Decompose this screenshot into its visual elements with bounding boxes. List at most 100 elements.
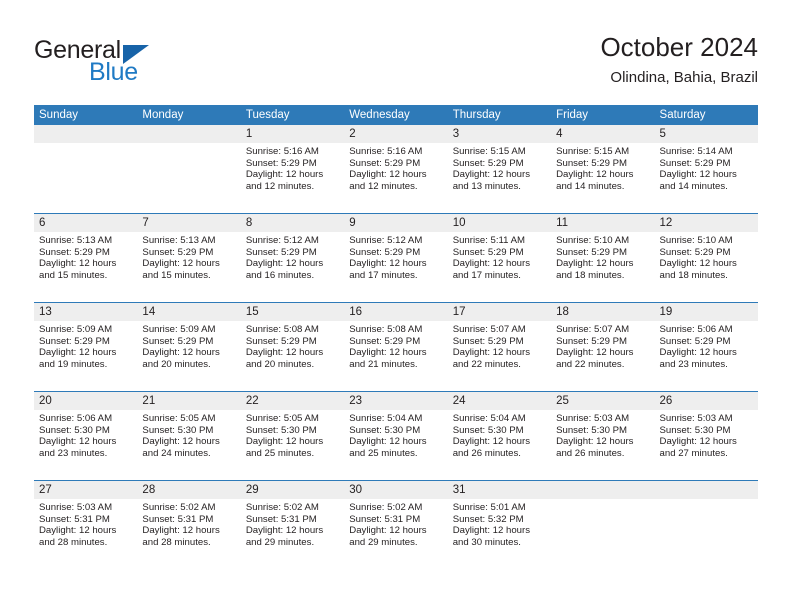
weekday-header-tuesday: Tuesday [245, 109, 290, 121]
weekday-header-sunday: Sunday [39, 109, 79, 121]
calendar-day-cell[interactable]: 4 Sunrise: 5:15 AM Sunset: 5:29 PM Daylight… [551, 125, 655, 213]
day-info-line3: Daylight: 12 hours [556, 258, 634, 270]
calendar-day-cell[interactable]: 23 Sunrise: 5:04 AM Sunset: 5:30 PM Dayligh… [344, 392, 448, 480]
day-info-line2: Sunset: 5:29 PM [245, 157, 317, 169]
day-info-line3: Daylight: 12 hours [245, 525, 324, 537]
calendar-day-cell[interactable]: 12 Sunrise: 5:10 AM Sunset: 5:29 PM Dayligh… [654, 214, 758, 302]
calendar-day-cell[interactable]: 1 Sunrise: 5:16 AM Sunset: 5:29 PM Daylight… [240, 125, 345, 213]
day-info-line1: Sunrise: 5:07 AM [556, 324, 630, 335]
calendar-day-cell[interactable]: 6 Sunrise: 5:13 AM Sunset: 5:29 PM Daylight… [34, 214, 138, 302]
calendar-day-cell[interactable]: 7 Sunrise: 5:13 AM Sunset: 5:29 PM Daylight… [137, 214, 241, 302]
calendar-day-cell[interactable]: 21 Sunrise: 5:05 AM Sunset: 5:30 PM Dayligh… [137, 392, 241, 480]
day-info-line3: Daylight: 12 hours [349, 258, 427, 270]
day-number [655, 481, 758, 499]
calendar-day-cell[interactable]: 17 Sunrise: 5:07 AM Sunset: 5:29 PM Dayligh… [447, 303, 552, 391]
day-info-line3: Daylight: 12 hours [349, 347, 427, 359]
day-info-line2: Sunset: 5:29 PM [452, 335, 524, 347]
day-sun-info: Sunrise: 5:03 AM Sunset: 5:30 PM Daylight:… [655, 410, 758, 459]
day-info-line1: Sunrise: 5:02 AM [142, 502, 216, 513]
day-sun-info: Sunrise: 5:06 AM Sunset: 5:30 PM Daylight:… [34, 410, 137, 459]
day-info-line2: Sunset: 5:31 PM [245, 513, 317, 525]
day-info-line1: Sunrise: 5:02 AM [349, 502, 423, 513]
day-info-line4: and 24 minutes. [142, 447, 211, 459]
calendar-day-cell[interactable]: 27 Sunrise: 5:03 AM Sunset: 5:31 PM Dayligh… [34, 481, 138, 569]
calendar-day-cell[interactable]: 2 Sunrise: 5:16 AM Sunset: 5:29 PM Daylight… [344, 125, 448, 213]
day-sun-info [137, 143, 240, 146]
day-info-line1: Sunrise: 5:09 AM [142, 324, 216, 335]
calendar-day-cell[interactable]: 8 Sunrise: 5:12 AM Sunset: 5:29 PM Daylight… [240, 214, 345, 302]
day-info-line4: and 28 minutes. [142, 536, 211, 548]
calendar-day-cell[interactable]: 3 Sunrise: 5:15 AM Sunset: 5:29 PM Daylight… [447, 125, 552, 213]
calendar-empty-cell [34, 125, 138, 213]
day-info-line4: and 22 minutes. [452, 358, 521, 370]
day-sun-info: Sunrise: 5:16 AM Sunset: 5:29 PM Daylight:… [344, 143, 447, 192]
calendar-day-cell[interactable]: 28 Sunrise: 5:02 AM Sunset: 5:31 PM Dayligh… [137, 481, 241, 569]
day-info-line1: Sunrise: 5:03 AM [659, 413, 733, 424]
day-sun-info: Sunrise: 5:11 AM Sunset: 5:29 PM Daylight:… [448, 232, 551, 281]
day-number: 10 [452, 217, 466, 229]
calendar-day-cell[interactable]: 24 Sunrise: 5:04 AM Sunset: 5:30 PM Dayligh… [447, 392, 552, 480]
day-info-line1: Sunrise: 5:15 AM [452, 146, 526, 157]
calendar-day-cell[interactable]: 22 Sunrise: 5:05 AM Sunset: 5:30 PM Dayligh… [240, 392, 345, 480]
calendar-day-cell[interactable]: 30 Sunrise: 5:02 AM Sunset: 5:31 PM Dayligh… [344, 481, 448, 569]
day-sun-info: Sunrise: 5:03 AM Sunset: 5:31 PM Daylight:… [34, 499, 137, 548]
day-sun-info: Sunrise: 5:14 AM Sunset: 5:29 PM Daylight:… [655, 143, 758, 192]
day-number: 27 [39, 484, 52, 496]
day-info-line2: Sunset: 5:29 PM [659, 335, 731, 347]
calendar-day-cell[interactable]: 20 Sunrise: 5:06 AM Sunset: 5:30 PM Dayligh… [34, 392, 138, 480]
day-info-line1: Sunrise: 5:13 AM [142, 235, 216, 246]
calendar-weeks: 1 Sunrise: 5:16 AM Sunset: 5:29 PM Daylight… [34, 125, 758, 569]
calendar-day-cell[interactable]: 16 Sunrise: 5:08 AM Sunset: 5:29 PM Dayligh… [344, 303, 448, 391]
logo-text-blue: Blue [89, 58, 138, 86]
calendar-week-cells: 1 Sunrise: 5:16 AM Sunset: 5:29 PM Daylight… [34, 125, 758, 213]
calendar-day-cell[interactable]: 5 Sunrise: 5:14 AM Sunset: 5:29 PM Daylight… [654, 125, 758, 213]
day-info-line4: and 23 minutes. [39, 447, 108, 459]
day-info-line2: Sunset: 5:29 PM [349, 335, 421, 347]
calendar-day-cell[interactable]: 11 Sunrise: 5:10 AM Sunset: 5:29 PM Dayligh… [551, 214, 655, 302]
day-number: 22 [245, 395, 259, 407]
day-number: 3 [452, 128, 460, 140]
calendar-day-cell[interactable]: 31 Sunrise: 5:01 AM Sunset: 5:32 PM Dayligh… [447, 481, 552, 569]
day-sun-info: Sunrise: 5:13 AM Sunset: 5:29 PM Daylight:… [34, 232, 137, 281]
day-sun-info [551, 499, 654, 502]
day-info-line3: Daylight: 12 hours [142, 436, 220, 448]
weekday-header-monday: Monday [142, 109, 184, 121]
calendar-day-cell[interactable]: 9 Sunrise: 5:12 AM Sunset: 5:29 PM Daylight… [344, 214, 448, 302]
day-info-line4: and 12 minutes. [349, 180, 418, 192]
calendar-week-row: 1 Sunrise: 5:16 AM Sunset: 5:29 PM Daylight… [34, 125, 758, 213]
day-info-line1: Sunrise: 5:06 AM [659, 324, 733, 335]
day-info-line1: Sunrise: 5:14 AM [659, 146, 733, 157]
day-info-line1: Sunrise: 5:05 AM [142, 413, 216, 424]
calendar-day-cell[interactable]: 29 Sunrise: 5:02 AM Sunset: 5:31 PM Dayligh… [240, 481, 345, 569]
day-info-line2: Sunset: 5:29 PM [659, 157, 731, 169]
calendar-day-cell[interactable]: 19 Sunrise: 5:06 AM Sunset: 5:29 PM Dayligh… [654, 303, 758, 391]
page-subtitle: Olindina, Bahia, Brazil [610, 69, 758, 86]
day-info-line4: and 30 minutes. [452, 536, 521, 548]
day-sun-info: Sunrise: 5:05 AM Sunset: 5:30 PM Daylight:… [137, 410, 240, 459]
day-info-line2: Sunset: 5:30 PM [556, 424, 628, 436]
day-info-line4: and 21 minutes. [349, 358, 418, 370]
day-number: 7 [142, 217, 149, 229]
calendar-day-cell[interactable]: 13 Sunrise: 5:09 AM Sunset: 5:29 PM Dayligh… [34, 303, 138, 391]
day-info-line1: Sunrise: 5:01 AM [452, 502, 526, 513]
calendar-day-cell[interactable]: 10 Sunrise: 5:11 AM Sunset: 5:29 PM Dayligh… [447, 214, 552, 302]
day-info-line2: Sunset: 5:30 PM [245, 424, 317, 436]
day-info-line2: Sunset: 5:30 PM [142, 424, 214, 436]
day-info-line1: Sunrise: 5:13 AM [39, 235, 113, 246]
day-info-line4: and 17 minutes. [349, 269, 418, 281]
day-number: 9 [349, 217, 356, 229]
day-info-line1: Sunrise: 5:05 AM [245, 413, 319, 424]
day-number: 8 [245, 217, 253, 229]
calendar-day-cell[interactable]: 25 Sunrise: 5:03 AM Sunset: 5:30 PM Dayligh… [551, 392, 655, 480]
calendar-week-row: 27 Sunrise: 5:03 AM Sunset: 5:31 PM Dayligh… [34, 480, 758, 569]
day-sun-info: Sunrise: 5:04 AM Sunset: 5:30 PM Daylight:… [448, 410, 551, 459]
day-sun-info: Sunrise: 5:15 AM Sunset: 5:29 PM Daylight:… [448, 143, 551, 192]
day-info-line4: and 29 minutes. [245, 536, 315, 548]
calendar-day-cell[interactable]: 15 Sunrise: 5:08 AM Sunset: 5:29 PM Dayligh… [240, 303, 345, 391]
calendar-day-cell[interactable]: 26 Sunrise: 5:03 AM Sunset: 5:30 PM Dayligh… [654, 392, 758, 480]
calendar-day-cell[interactable]: 18 Sunrise: 5:07 AM Sunset: 5:29 PM Dayligh… [551, 303, 655, 391]
general-blue-logo: General Blue [34, 36, 234, 90]
day-number: 20 [39, 395, 52, 407]
calendar-day-cell[interactable]: 14 Sunrise: 5:09 AM Sunset: 5:29 PM Dayligh… [137, 303, 241, 391]
day-info-line4: and 15 minutes. [142, 269, 211, 281]
